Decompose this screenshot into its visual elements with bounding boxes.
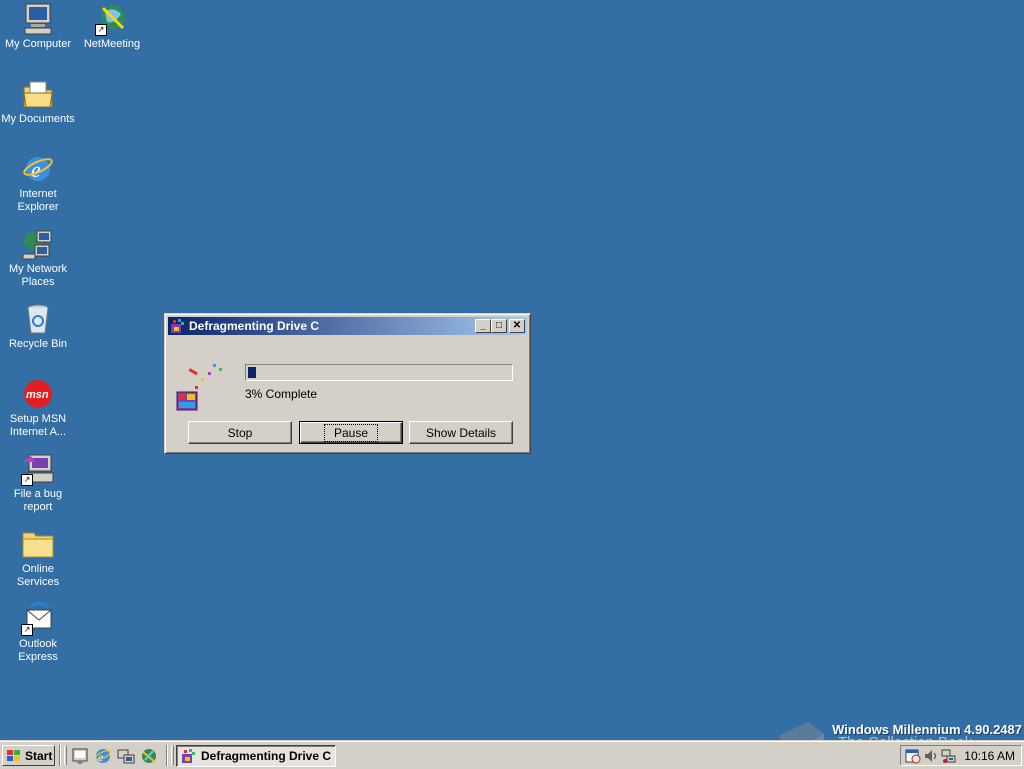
pause-button[interactable]: Pause	[299, 421, 403, 444]
desktop-icon-label: Setup MSN Internet A...	[9, 413, 67, 438]
desktop-icon-netmeeting[interactable]: ↗ NetMeeting	[74, 2, 150, 51]
scheduler-icon[interactable]	[905, 748, 921, 764]
desktop-icon-my-computer[interactable]: My Computer	[0, 2, 76, 51]
version-watermark: Windows Millennium 4.90.2487	[832, 722, 1022, 737]
system-tray: 10:16 AM	[900, 745, 1022, 766]
minimize-button[interactable]: _	[475, 319, 491, 333]
bug-report-icon: ↗	[21, 452, 55, 486]
svg-text:msn: msn	[26, 389, 49, 401]
internet-explorer-icon: e	[21, 152, 55, 186]
netmeeting-icon: ↗	[95, 2, 129, 36]
desktop-icon-network-places[interactable]: My Network Places	[0, 227, 76, 289]
task-button-defrag[interactable]: Defragmenting Drive C	[176, 745, 336, 767]
tasks-grip[interactable]	[171, 746, 174, 765]
media-player-icon[interactable]	[140, 747, 158, 765]
clock[interactable]: 10:16 AM	[964, 749, 1015, 763]
close-icon: ✕	[512, 320, 522, 331]
desktop-icon-label: My Computer	[4, 38, 72, 50]
desktop-icon-bug-report[interactable]: ↗ File a bug report	[0, 452, 76, 514]
desktop-icon-label: Online Services	[16, 563, 60, 588]
defrag-task-icon	[182, 749, 195, 763]
defrag-icon	[171, 319, 184, 333]
desktop-icon-label: Recycle Bin	[8, 338, 68, 350]
msn-icon: msn	[21, 377, 55, 411]
taskbar-separator	[166, 745, 168, 766]
desktop-icon-label: My Documents	[1, 113, 75, 125]
outlook-express-icon: ↗	[21, 601, 55, 636]
network-places-icon	[21, 227, 55, 261]
my-computer-icon	[21, 2, 55, 36]
defrag-dialog: Defragmenting Drive C _ □ ✕ 3% Complete …	[164, 313, 531, 454]
network-icon[interactable]	[941, 748, 957, 764]
folder-icon	[21, 527, 55, 561]
maximize-icon: □	[495, 320, 503, 331]
desktop-icon-msn[interactable]: msn Setup MSN Internet A...	[0, 377, 76, 439]
quicklaunch-grip[interactable]	[64, 746, 67, 765]
desktop-icon-my-documents[interactable]: My Documents	[0, 77, 76, 126]
desktop-icon-online-services[interactable]: Online Services	[0, 527, 76, 589]
progress-fill	[248, 367, 256, 378]
show-details-button-label: Show Details	[425, 425, 497, 440]
close-button[interactable]: ✕	[509, 319, 525, 333]
desktop-icon-label: Internet Explorer	[17, 188, 59, 213]
desktop-icon-label: File a bug report	[13, 488, 63, 513]
my-documents-icon	[21, 77, 55, 111]
start-label: Start	[25, 748, 53, 763]
taskbar-separator	[59, 745, 61, 766]
windows-flag-icon	[7, 749, 20, 761]
task-button-label: Defragmenting Drive C	[201, 749, 332, 763]
desktop-icon-internet-explorer[interactable]: e Internet Explorer	[0, 152, 76, 214]
progress-bar	[245, 364, 513, 381]
progress-text: 3% Complete	[245, 387, 318, 401]
recycle-bin-icon	[21, 302, 55, 336]
dialog-titlebar[interactable]: Defragmenting Drive C _ □ ✕	[168, 317, 527, 335]
explorer-quicklaunch-icon[interactable]	[117, 747, 135, 765]
ie-quicklaunch-icon[interactable]: e	[94, 747, 112, 765]
defrag-animation-icon	[176, 364, 222, 411]
volume-icon[interactable]	[923, 748, 939, 764]
dialog-title: Defragmenting Drive C	[189, 319, 320, 333]
show-details-button[interactable]: Show Details	[409, 421, 513, 444]
pause-button-label: Pause	[323, 423, 379, 442]
desktop-icon-label: Outlook Express	[18, 638, 58, 663]
desktop-icon-label: My Network Places	[8, 263, 68, 288]
taskbar: Start e Defragmenting Drive C 10:16 AM	[0, 740, 1024, 769]
stop-button-label: Stop	[227, 425, 253, 440]
minimize-icon: _	[480, 320, 486, 331]
shortcut-arrow-icon: ↗	[21, 624, 33, 636]
start-button[interactable]: Start	[2, 745, 55, 766]
shortcut-arrow-icon: ↗	[95, 24, 107, 36]
show-desktop-icon[interactable]	[71, 747, 89, 765]
desktop-icon-outlook-express[interactable]: ↗ Outlook Express	[0, 601, 76, 664]
desktop-icon-label: NetMeeting	[83, 38, 141, 50]
shortcut-arrow-icon: ↗	[21, 474, 33, 486]
maximize-button[interactable]: □	[491, 319, 507, 333]
stop-button[interactable]: Stop	[188, 421, 292, 444]
desktop-icon-recycle-bin[interactable]: Recycle Bin	[0, 302, 76, 351]
